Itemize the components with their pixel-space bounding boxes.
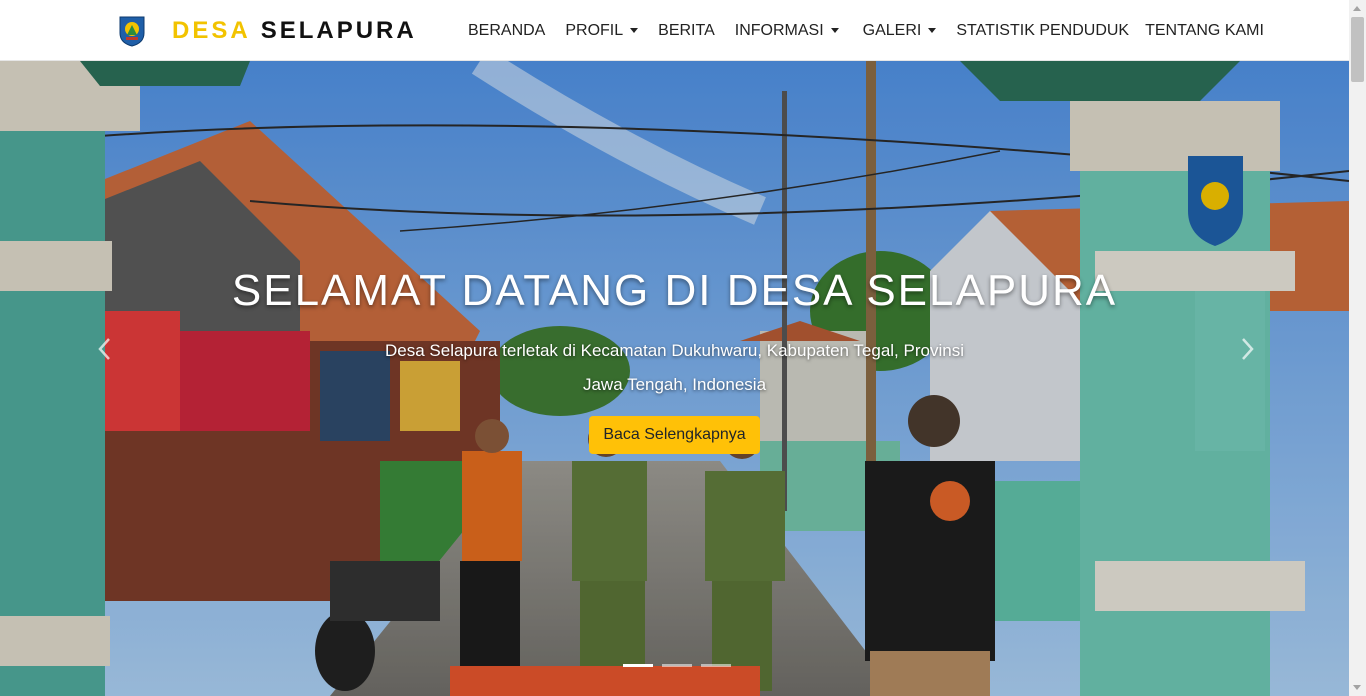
hero-caption: SELAMAT DATANG DI DESA SELAPURA Desa Sel… <box>0 266 1349 454</box>
page-scrollbar[interactable] <box>1349 0 1366 696</box>
hero-carousel: SELAMAT DATANG DI DESA SELAPURA Desa Sel… <box>0 61 1349 696</box>
carousel-indicators <box>623 664 731 667</box>
nav-item-label: PROFIL <box>565 21 624 39</box>
nav-item-label: BERANDA <box>468 21 546 39</box>
nav-item-berita[interactable]: BERITA <box>648 0 725 61</box>
carousel-indicator-1[interactable] <box>623 664 653 667</box>
nav-item-tentang-kami[interactable]: TENTANG KAMI <box>1135 0 1274 61</box>
brand-name-part1: DESA <box>172 17 251 44</box>
nav-item-beranda[interactable]: BERANDA <box>458 0 555 61</box>
brand-name-part2: SELAPURA <box>260 17 417 44</box>
nav-item-label: GALERI <box>862 21 922 39</box>
brand[interactable]: DESA SELAPURA <box>118 14 417 48</box>
scrollbar-thumb[interactable] <box>1351 17 1364 82</box>
hero-title: SELAMAT DATANG DI DESA SELAPURA <box>231 266 1118 315</box>
village-emblem-icon <box>119 16 145 47</box>
nav-item-statistik-penduduk[interactable]: STATISTIK PENDUDUK <box>946 0 1135 61</box>
brand-name: DESA SELAPURA <box>172 17 417 45</box>
nav-item-label: TENTANG KAMI <box>1145 21 1264 39</box>
main-nav: BERANDA PROFIL BERITA INFORMASI GALERI S… <box>458 0 1274 61</box>
nav-item-informasi[interactable]: INFORMASI <box>725 0 849 61</box>
chevron-down-icon <box>630 28 639 33</box>
nav-item-label: INFORMASI <box>734 21 824 39</box>
scroll-down-icon[interactable] <box>1353 685 1361 690</box>
nav-item-profil[interactable]: PROFIL <box>555 0 648 61</box>
read-more-button[interactable]: Baca Selengkapnya <box>589 416 760 454</box>
scroll-up-icon[interactable] <box>1353 6 1361 11</box>
navbar: DESA SELAPURA BERANDA PROFIL BERITA INFOR… <box>0 0 1349 61</box>
nav-item-label: STATISTIK PENDUDUK <box>956 21 1130 39</box>
chevron-down-icon <box>928 28 937 33</box>
carousel-indicator-2[interactable] <box>662 664 692 667</box>
nav-item-galeri[interactable]: GALERI <box>853 0 947 61</box>
chevron-down-icon <box>830 28 839 33</box>
hero-subtitle: Desa Selapura terletak di Kecamatan Duku… <box>385 341 964 394</box>
nav-item-label: BERITA <box>658 21 715 39</box>
carousel-indicator-3[interactable] <box>701 664 731 667</box>
